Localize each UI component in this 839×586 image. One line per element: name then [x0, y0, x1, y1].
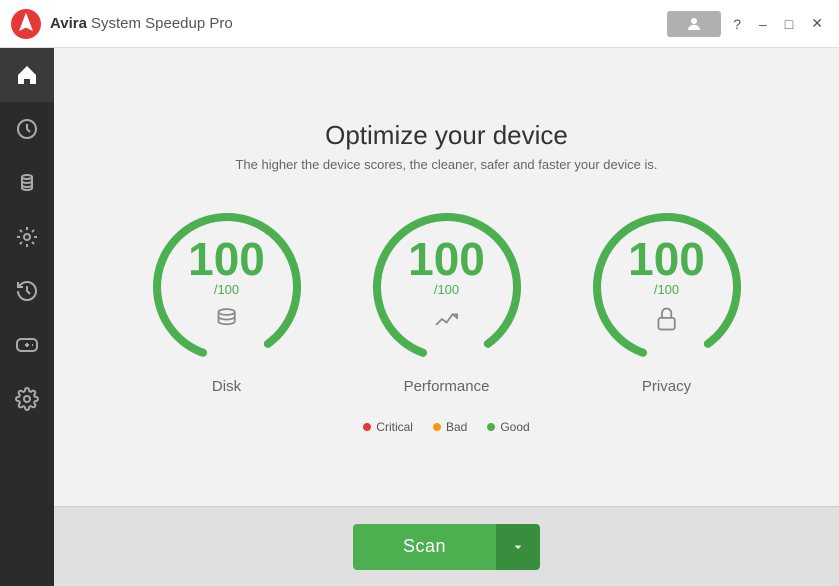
legend-good-dot	[487, 423, 495, 431]
title-bar: Avira System Speedup Pro ? – □ ✕	[0, 0, 839, 48]
legend-good: Good	[487, 420, 529, 434]
scan-dropdown-button[interactable]	[496, 524, 540, 570]
user-button[interactable]	[667, 11, 721, 37]
user-icon	[685, 15, 703, 33]
legend-bad: Bad	[433, 420, 467, 434]
gauge-performance-center: 100 /100	[408, 236, 485, 338]
avira-logo	[10, 8, 42, 40]
gauge-performance-score: 100	[408, 236, 485, 282]
app-subtitle: System Speedup Pro	[91, 15, 667, 32]
close-button[interactable]: ✕	[805, 13, 829, 34]
gauge-privacy: 100 /100 Privacy	[582, 202, 752, 395]
page-subtitle: The higher the device scores, the cleane…	[235, 157, 657, 172]
gauge-privacy-max: /100	[654, 282, 679, 297]
legend-critical-label: Critical	[376, 420, 413, 434]
app-name: Avira	[50, 15, 87, 32]
gauge-privacy-wrapper: 100 /100	[582, 202, 752, 372]
settings-icon	[15, 387, 39, 411]
sidebar-item-home[interactable]	[0, 48, 54, 102]
gauge-disk-score: 100	[188, 236, 265, 282]
maximize-button[interactable]: □	[779, 14, 799, 34]
legend-good-label: Good	[500, 420, 529, 434]
sidebar-item-optimizer[interactable]	[0, 210, 54, 264]
legend-critical: Critical	[363, 420, 413, 434]
chevron-down-icon	[510, 539, 526, 555]
help-button[interactable]: ?	[727, 14, 747, 34]
main-layout: Optimize your device The higher the devi…	[0, 48, 839, 586]
gauge-privacy-center: 100 /100	[628, 236, 705, 338]
clock-icon	[15, 117, 39, 141]
scan-button-group: Scan	[353, 524, 540, 570]
sidebar-item-scheduler[interactable]	[0, 102, 54, 156]
optimizer-icon	[15, 225, 39, 249]
page-title: Optimize your device	[325, 120, 568, 151]
scan-button[interactable]: Scan	[353, 524, 496, 570]
privacy-icon	[653, 305, 681, 338]
performance-icon	[433, 305, 461, 338]
gauge-disk-center: 100 /100	[188, 236, 265, 338]
gauge-disk-max: /100	[214, 282, 239, 297]
legend-critical-dot	[363, 423, 371, 431]
sidebar	[0, 48, 54, 586]
top-section: Optimize your device The higher the devi…	[54, 48, 839, 506]
sidebar-item-cleaner[interactable]	[0, 156, 54, 210]
legend-bad-label: Bad	[446, 420, 467, 434]
legend: Critical Bad Good	[363, 420, 529, 434]
bottom-section: Scan	[54, 506, 839, 586]
gauge-disk-wrapper: 100 /100	[142, 202, 312, 372]
sidebar-item-gaming[interactable]	[0, 318, 54, 372]
disk-icon	[213, 305, 241, 338]
sidebar-item-settings[interactable]	[0, 372, 54, 426]
gauge-disk: 100 /100 Disk	[142, 202, 312, 395]
minimize-button[interactable]: –	[753, 14, 773, 34]
gauge-performance-max: /100	[434, 282, 459, 297]
gauges-row: 100 /100 Disk	[142, 202, 752, 395]
cleaner-icon	[15, 171, 39, 195]
legend-bad-dot	[433, 423, 441, 431]
gauge-performance-wrapper: 100 /100	[362, 202, 532, 372]
home-icon	[15, 63, 39, 87]
content-area: Optimize your device The higher the devi…	[54, 48, 839, 586]
sidebar-item-history[interactable]	[0, 264, 54, 318]
window-controls: ? – □ ✕	[667, 11, 829, 37]
gauge-performance: 100 /100 Performance	[362, 202, 532, 395]
history-icon	[15, 279, 39, 303]
gaming-icon	[15, 333, 39, 357]
gauge-privacy-score: 100	[628, 236, 705, 282]
